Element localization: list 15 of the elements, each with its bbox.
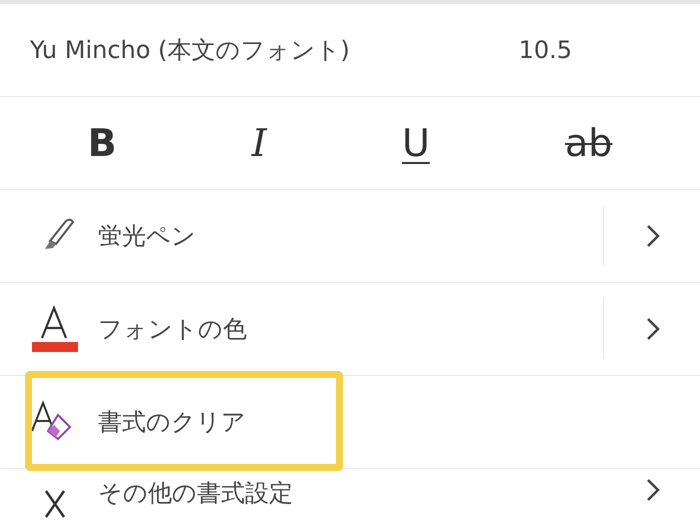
menu-item-label: 蛍光ペン (98, 221, 197, 252)
menu-item[interactable]: その他の書式設定 (0, 469, 700, 521)
font-color-icon (30, 304, 80, 354)
bold-button[interactable]: B (78, 117, 127, 169)
font-name-dropdown[interactable]: Yu Mincho (本文のフォント) (30, 34, 350, 66)
menu-item-label: フォントの色 (98, 314, 248, 345)
underline-button[interactable]: U (392, 117, 440, 169)
font-size-field[interactable]: 10.5 (518, 36, 572, 64)
menu-item[interactable]: 蛍光ペン (0, 190, 700, 283)
menu-item[interactable]: 書式のクリア (0, 376, 700, 469)
strikethrough-button[interactable]: ab (554, 117, 622, 169)
italic-button[interactable]: I (242, 117, 277, 169)
menu-item-label: 書式のクリア (98, 407, 247, 438)
menu-item-label: その他の書式設定 (98, 478, 294, 509)
menu-item[interactable]: フォントの色 (0, 283, 700, 376)
